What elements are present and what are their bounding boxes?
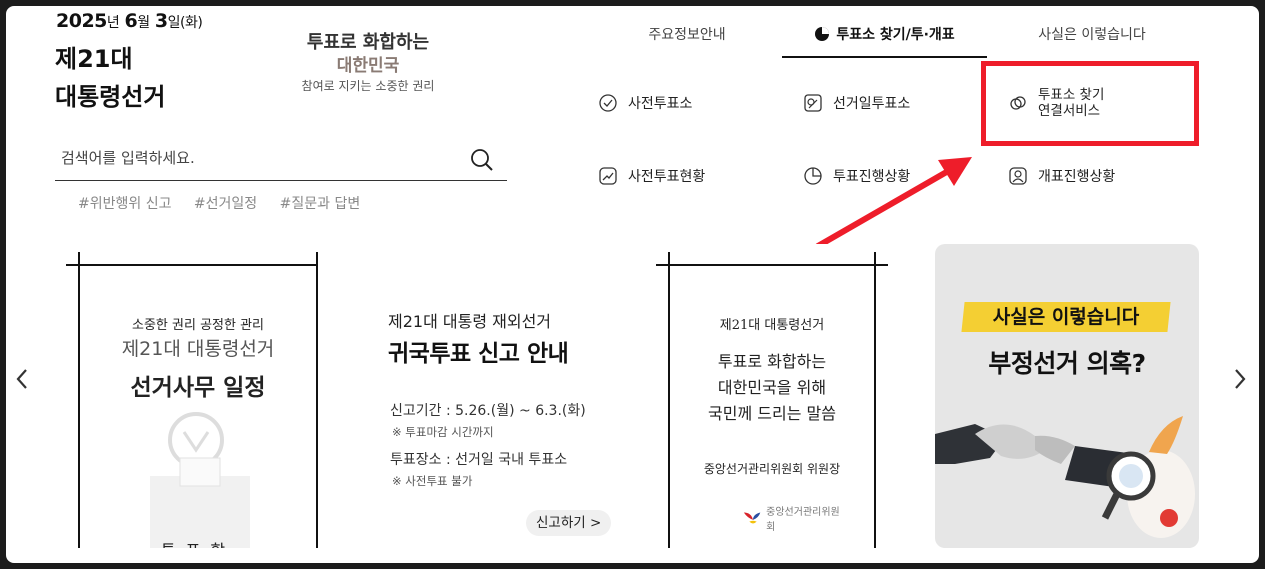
- card2-period: 신고기간 : 5.26.(월) ~ 6.3.(화): [390, 403, 586, 419]
- service-election-day-station[interactable]: 선거일투표소: [803, 93, 910, 113]
- pie-icon: [804, 167, 822, 185]
- banner-election-schedule[interactable]: 소중한 권리 공정한 관리 제21대 대통령선거 선거사무 일정 투표함: [66, 244, 318, 548]
- banner-fact-check[interactable]: 사실은 이렇습니다 부정선거 의혹?: [935, 244, 1199, 548]
- hashtag-schedule[interactable]: #선거일정: [194, 196, 257, 212]
- card2-title: 귀국투표 신고 안내: [388, 341, 569, 367]
- card2-period-note: ※ 투표마감 시간까지: [392, 425, 494, 439]
- nec-logo: 중앙선거관리위원회: [742, 507, 842, 533]
- carousel-next-icon[interactable]: [1230, 364, 1250, 394]
- election-title[interactable]: 제21대 대통령선거: [55, 40, 165, 116]
- card3-line: 국민께 드리는 말씀: [708, 404, 836, 423]
- banner-chairman-message[interactable]: 제21대 대통령선거 투표로 화합하는 대한민국을 위해 국민께 드리는 말씀 …: [652, 244, 888, 548]
- card3-line: 투표로 화합하는: [717, 352, 827, 371]
- card-frame: 소중한 권리 공정한 관리 제21대 대통령선거 선거사무 일정 투표함: [66, 252, 318, 548]
- card2-place: 투표장소 : 선거일 국내 투표소: [390, 452, 568, 468]
- ballot-box-icon: [150, 412, 250, 548]
- search-icon[interactable]: [469, 147, 495, 173]
- card1-title: 선거사무 일정: [130, 375, 266, 401]
- handshake-illustration: [935, 416, 1195, 538]
- service-early-voting-station[interactable]: 사전투표소: [598, 93, 692, 113]
- ballot-box-label: 투표함: [80, 537, 316, 548]
- chart-up-icon: [599, 167, 617, 185]
- hashtag-violation-report[interactable]: #위반행위 신고: [78, 196, 171, 212]
- search-box: [55, 141, 507, 181]
- highlight-box: [981, 61, 1199, 146]
- card3-subtitle: 제21대 대통령선거: [719, 318, 825, 333]
- check-circle-icon: [599, 94, 617, 112]
- service-counting-progress[interactable]: 개표진행상황: [1008, 166, 1115, 186]
- nec-logo-icon: [743, 512, 761, 524]
- card-frame: 제21대 대통령선거 투표로 화합하는 대한민국을 위해 국민께 드리는 말씀 …: [656, 252, 888, 548]
- card2-subtitle: 제21대 대통령 재외선거: [388, 312, 552, 331]
- card3-line: 대한민국을 위해: [717, 378, 827, 397]
- service-voting-progress[interactable]: 투표진행상황: [803, 166, 910, 186]
- banner-return-voting[interactable]: 제21대 대통령 재외선거 귀국투표 신고 안내 신고기간 : 5.26.(월)…: [318, 244, 652, 548]
- election-date: 2025년 6월 3일(화): [56, 10, 203, 32]
- tab-main-info[interactable]: 주요정보안내: [592, 22, 782, 58]
- tab-fact-check[interactable]: 사실은 이렇습니다: [992, 22, 1192, 58]
- card3-signature: 중앙선거관리위원회 위원장: [703, 462, 841, 476]
- hashtag-list: #위반행위 신고 #선거일정 #질문과 답변: [78, 193, 378, 213]
- carousel-prev-icon[interactable]: [12, 364, 32, 394]
- search-input[interactable]: [55, 141, 455, 175]
- card4-label: 사실은 이렇습니다: [992, 306, 1140, 328]
- report-button[interactable]: 신고하기 >: [526, 510, 612, 536]
- tab-find-polling-station[interactable]: 투표소 찾기/투·개표: [782, 22, 987, 58]
- tab-bar: 주요정보안내 투표소 찾기/투·개표 사실은 이렇습니다: [592, 22, 1212, 58]
- ballot-icon: [804, 94, 822, 112]
- person-icon: [1009, 167, 1027, 185]
- card1-subtitle: 소중한 권리 공정한 관리: [132, 318, 264, 333]
- service-early-voting-status[interactable]: 사전투표현황: [598, 166, 705, 186]
- card4-title: 부정선거 의혹?: [988, 349, 1146, 378]
- page-frame: 2025년 6월 3일(화) 제21대 대통령선거 투표로 화합하는 대한민국 …: [6, 6, 1259, 563]
- pie-chart-icon: [815, 27, 830, 41]
- hashtag-qna[interactable]: #질문과 답변: [280, 196, 361, 212]
- slogan: 투표로 화합하는 대한민국 참여로 지키는 소중한 권리: [301, 32, 435, 93]
- card1-election-name: 제21대 대통령선거: [121, 338, 275, 360]
- card2-place-note: ※ 사전투표 불가: [392, 474, 473, 488]
